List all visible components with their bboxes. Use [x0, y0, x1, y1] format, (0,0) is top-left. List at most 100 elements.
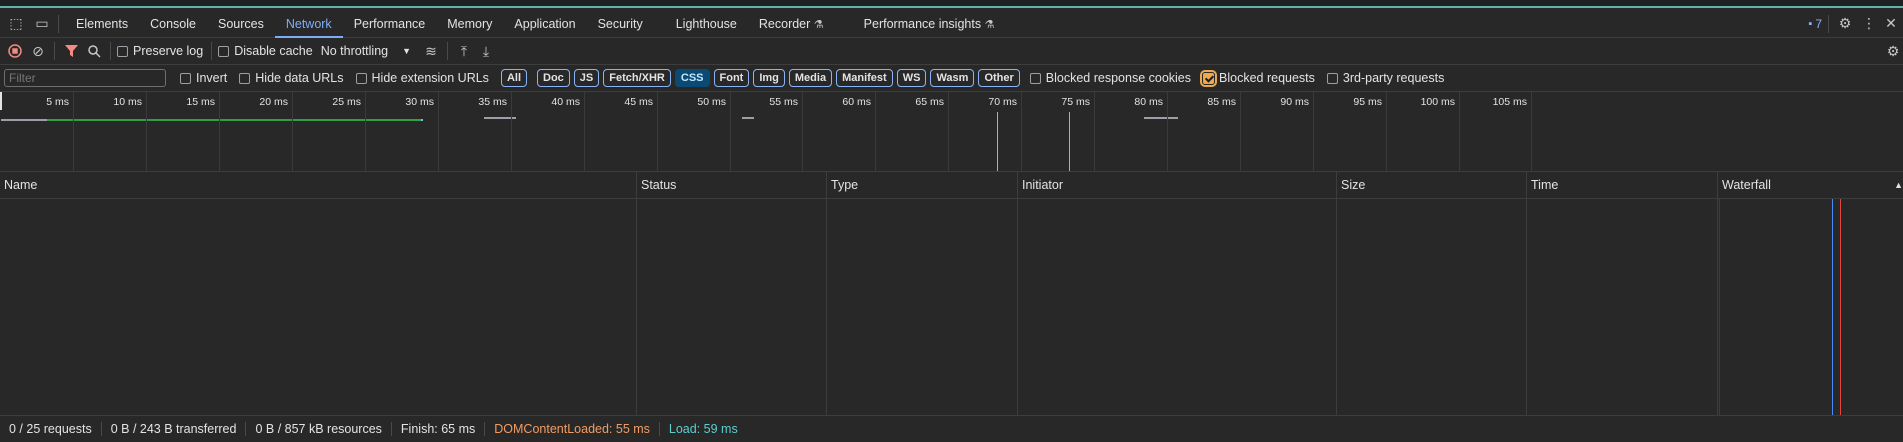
- column-divider: [1719, 199, 1720, 415]
- filter-chip-css[interactable]: CSS: [674, 69, 710, 87]
- filter-chip-manifest[interactable]: Manifest: [836, 69, 893, 87]
- column-header-time[interactable]: Time: [1527, 172, 1718, 199]
- checkbox-box[interactable]: [355, 72, 367, 84]
- timeline-tick-label: 35 ms: [478, 96, 507, 108]
- tab-recorder[interactable]: Recorder ⚗: [748, 10, 835, 38]
- filter-chip-fetch-xhr[interactable]: Fetch/XHR: [603, 69, 671, 87]
- filter-chip-media[interactable]: Media: [788, 69, 833, 87]
- timeline-gridline: [365, 92, 366, 171]
- tab-network[interactable]: Network: [274, 10, 343, 38]
- third-party-requests-checkbox[interactable]: 3rd-party requests: [1326, 71, 1444, 85]
- timeline-tick-label: 15 ms: [186, 96, 215, 108]
- column-header-status[interactable]: Status: [637, 172, 827, 199]
- requests-summary: 0 / 25 requests: [0, 422, 102, 436]
- filter-chip-js[interactable]: JS: [573, 69, 600, 87]
- more-options-icon[interactable]: ⋮: [1859, 14, 1879, 34]
- blocked-response-cookies-checkbox[interactable]: Blocked response cookies: [1029, 71, 1192, 85]
- hide-extension-urls-label: Hide extension URLs: [371, 71, 489, 85]
- column-header-name[interactable]: Name: [0, 172, 637, 199]
- timeline-tick-label: 60 ms: [842, 96, 871, 108]
- import-har-upload-icon[interactable]: ⤒: [454, 41, 474, 61]
- request-table-body: [0, 199, 1903, 415]
- checkbox-box-checked[interactable]: [1200, 69, 1218, 87]
- tab-elements[interactable]: Elements: [65, 10, 139, 38]
- preserve-log-checkbox[interactable]: Preserve log: [117, 44, 203, 58]
- device-toolbar-icon[interactable]: ▭: [32, 14, 52, 34]
- blocked-response-cookies-label: Blocked response cookies: [1045, 71, 1192, 85]
- record-stop-glyph: [8, 44, 22, 58]
- timeline-tick-label: 65 ms: [915, 96, 944, 108]
- invert-checkbox[interactable]: Invert: [180, 71, 227, 85]
- column-header-type[interactable]: Type: [827, 172, 1018, 199]
- filter-chip-all[interactable]: All: [500, 69, 527, 87]
- issues-counter[interactable]: ▪ 7: [1808, 17, 1822, 31]
- devtools-tab-bar: ⬚ ▭ Elements Console Sources Network Per…: [0, 10, 1903, 38]
- network-conditions-wifi-icon[interactable]: ≋: [421, 41, 441, 61]
- tab-lighthouse[interactable]: Lighthouse: [665, 10, 748, 38]
- throttling-select[interactable]: No throttling ▼: [321, 44, 411, 58]
- column-header-waterfall-label: Waterfall: [1722, 178, 1771, 192]
- tab-sources[interactable]: Sources: [207, 10, 275, 38]
- hide-extension-urls-checkbox[interactable]: Hide extension URLs: [355, 71, 489, 85]
- timeline-gridline: [1021, 92, 1022, 171]
- checkbox-box[interactable]: [117, 45, 128, 57]
- checkbox-box[interactable]: [1029, 72, 1041, 84]
- stop-recording-icon[interactable]: [5, 41, 25, 61]
- network-settings-gear-icon[interactable]: ⚙: [1883, 41, 1903, 61]
- timeline-gridline: [802, 92, 803, 171]
- timeline-gridline: [1167, 92, 1168, 171]
- resource-type-filters: All Doc JS Fetch/XHR CSS Font Img Media Manifest…: [500, 69, 1024, 87]
- hide-data-urls-checkbox[interactable]: Hide data URLs: [239, 71, 344, 85]
- tab-security[interactable]: Security: [587, 10, 665, 38]
- timeline-gridline: [438, 92, 439, 171]
- filter-chip-wasm[interactable]: Wasm: [930, 69, 975, 87]
- filter-chip-doc[interactable]: Doc: [537, 69, 570, 87]
- tab-memory[interactable]: Memory: [436, 10, 503, 38]
- checkbox-box[interactable]: [239, 72, 251, 84]
- timeline-tick-label: 55 ms: [769, 96, 798, 108]
- experiment-flask-icon: ⚗: [984, 18, 995, 31]
- tab-performance[interactable]: Performance: [343, 10, 437, 38]
- load-time[interactable]: Load: 59 ms: [660, 422, 747, 436]
- filter-chip-img[interactable]: Img: [753, 69, 785, 87]
- export-har-download-icon[interactable]: ⤓: [476, 41, 496, 61]
- search-icon[interactable]: [84, 41, 104, 61]
- tab-performance-insights[interactable]: Performance insights ⚗: [853, 10, 1006, 38]
- network-filter-bar: Invert Hide data URLs Hide extension URL…: [0, 65, 1903, 92]
- filter-input[interactable]: [4, 69, 166, 87]
- column-header-waterfall[interactable]: Waterfall ▲: [1718, 172, 1903, 199]
- timeline-gridline: [1313, 92, 1314, 171]
- dom-content-loaded-time[interactable]: DOMContentLoaded: 55 ms: [485, 422, 660, 436]
- timeline-tick-label: 70 ms: [988, 96, 1017, 108]
- disable-cache-label: Disable cache: [234, 44, 313, 58]
- settings-gear-icon[interactable]: ⚙: [1835, 14, 1855, 34]
- timeline-gridline: [1531, 92, 1532, 171]
- inspect-element-icon[interactable]: ⬚: [6, 14, 26, 34]
- column-divider: [636, 199, 637, 415]
- clear-icon[interactable]: ⊘: [28, 41, 48, 61]
- timeline-gridline: [948, 92, 949, 171]
- timeline-tick-label: 40 ms: [551, 96, 580, 108]
- network-overview-timeline[interactable]: 5 ms 10 ms 15 ms 20 ms 25 ms 30 ms 35 ms 40 ms 4…: [0, 92, 1903, 172]
- disable-cache-checkbox[interactable]: Disable cache: [218, 44, 313, 58]
- blocked-requests-checkbox[interactable]: Blocked requests: [1200, 69, 1315, 87]
- column-header-initiator[interactable]: Initiator: [1018, 172, 1337, 199]
- checkbox-box[interactable]: [180, 72, 191, 84]
- filter-chip-other[interactable]: Other: [978, 69, 1020, 87]
- filter-chip-font[interactable]: Font: [713, 69, 750, 87]
- issue-message-icon: ▪: [1808, 17, 1813, 30]
- timeline-gridline: [511, 92, 512, 171]
- blocked-requests-label: Blocked requests: [1219, 71, 1315, 85]
- timeline-left-handle[interactable]: [0, 92, 2, 110]
- timeline-tick-label: 20 ms: [259, 96, 288, 108]
- close-icon[interactable]: ✕: [1881, 14, 1901, 34]
- filter-funnel-icon[interactable]: [61, 41, 81, 61]
- timeline-gridline: [1240, 92, 1241, 171]
- checkbox-box[interactable]: [218, 45, 230, 57]
- tab-application[interactable]: Application: [503, 10, 586, 38]
- tab-console[interactable]: Console: [139, 10, 207, 38]
- column-header-size[interactable]: Size: [1337, 172, 1527, 199]
- filter-chip-ws[interactable]: WS: [896, 69, 927, 87]
- checkbox-box[interactable]: [1326, 72, 1338, 84]
- chevron-down-icon: ▼: [402, 46, 412, 56]
